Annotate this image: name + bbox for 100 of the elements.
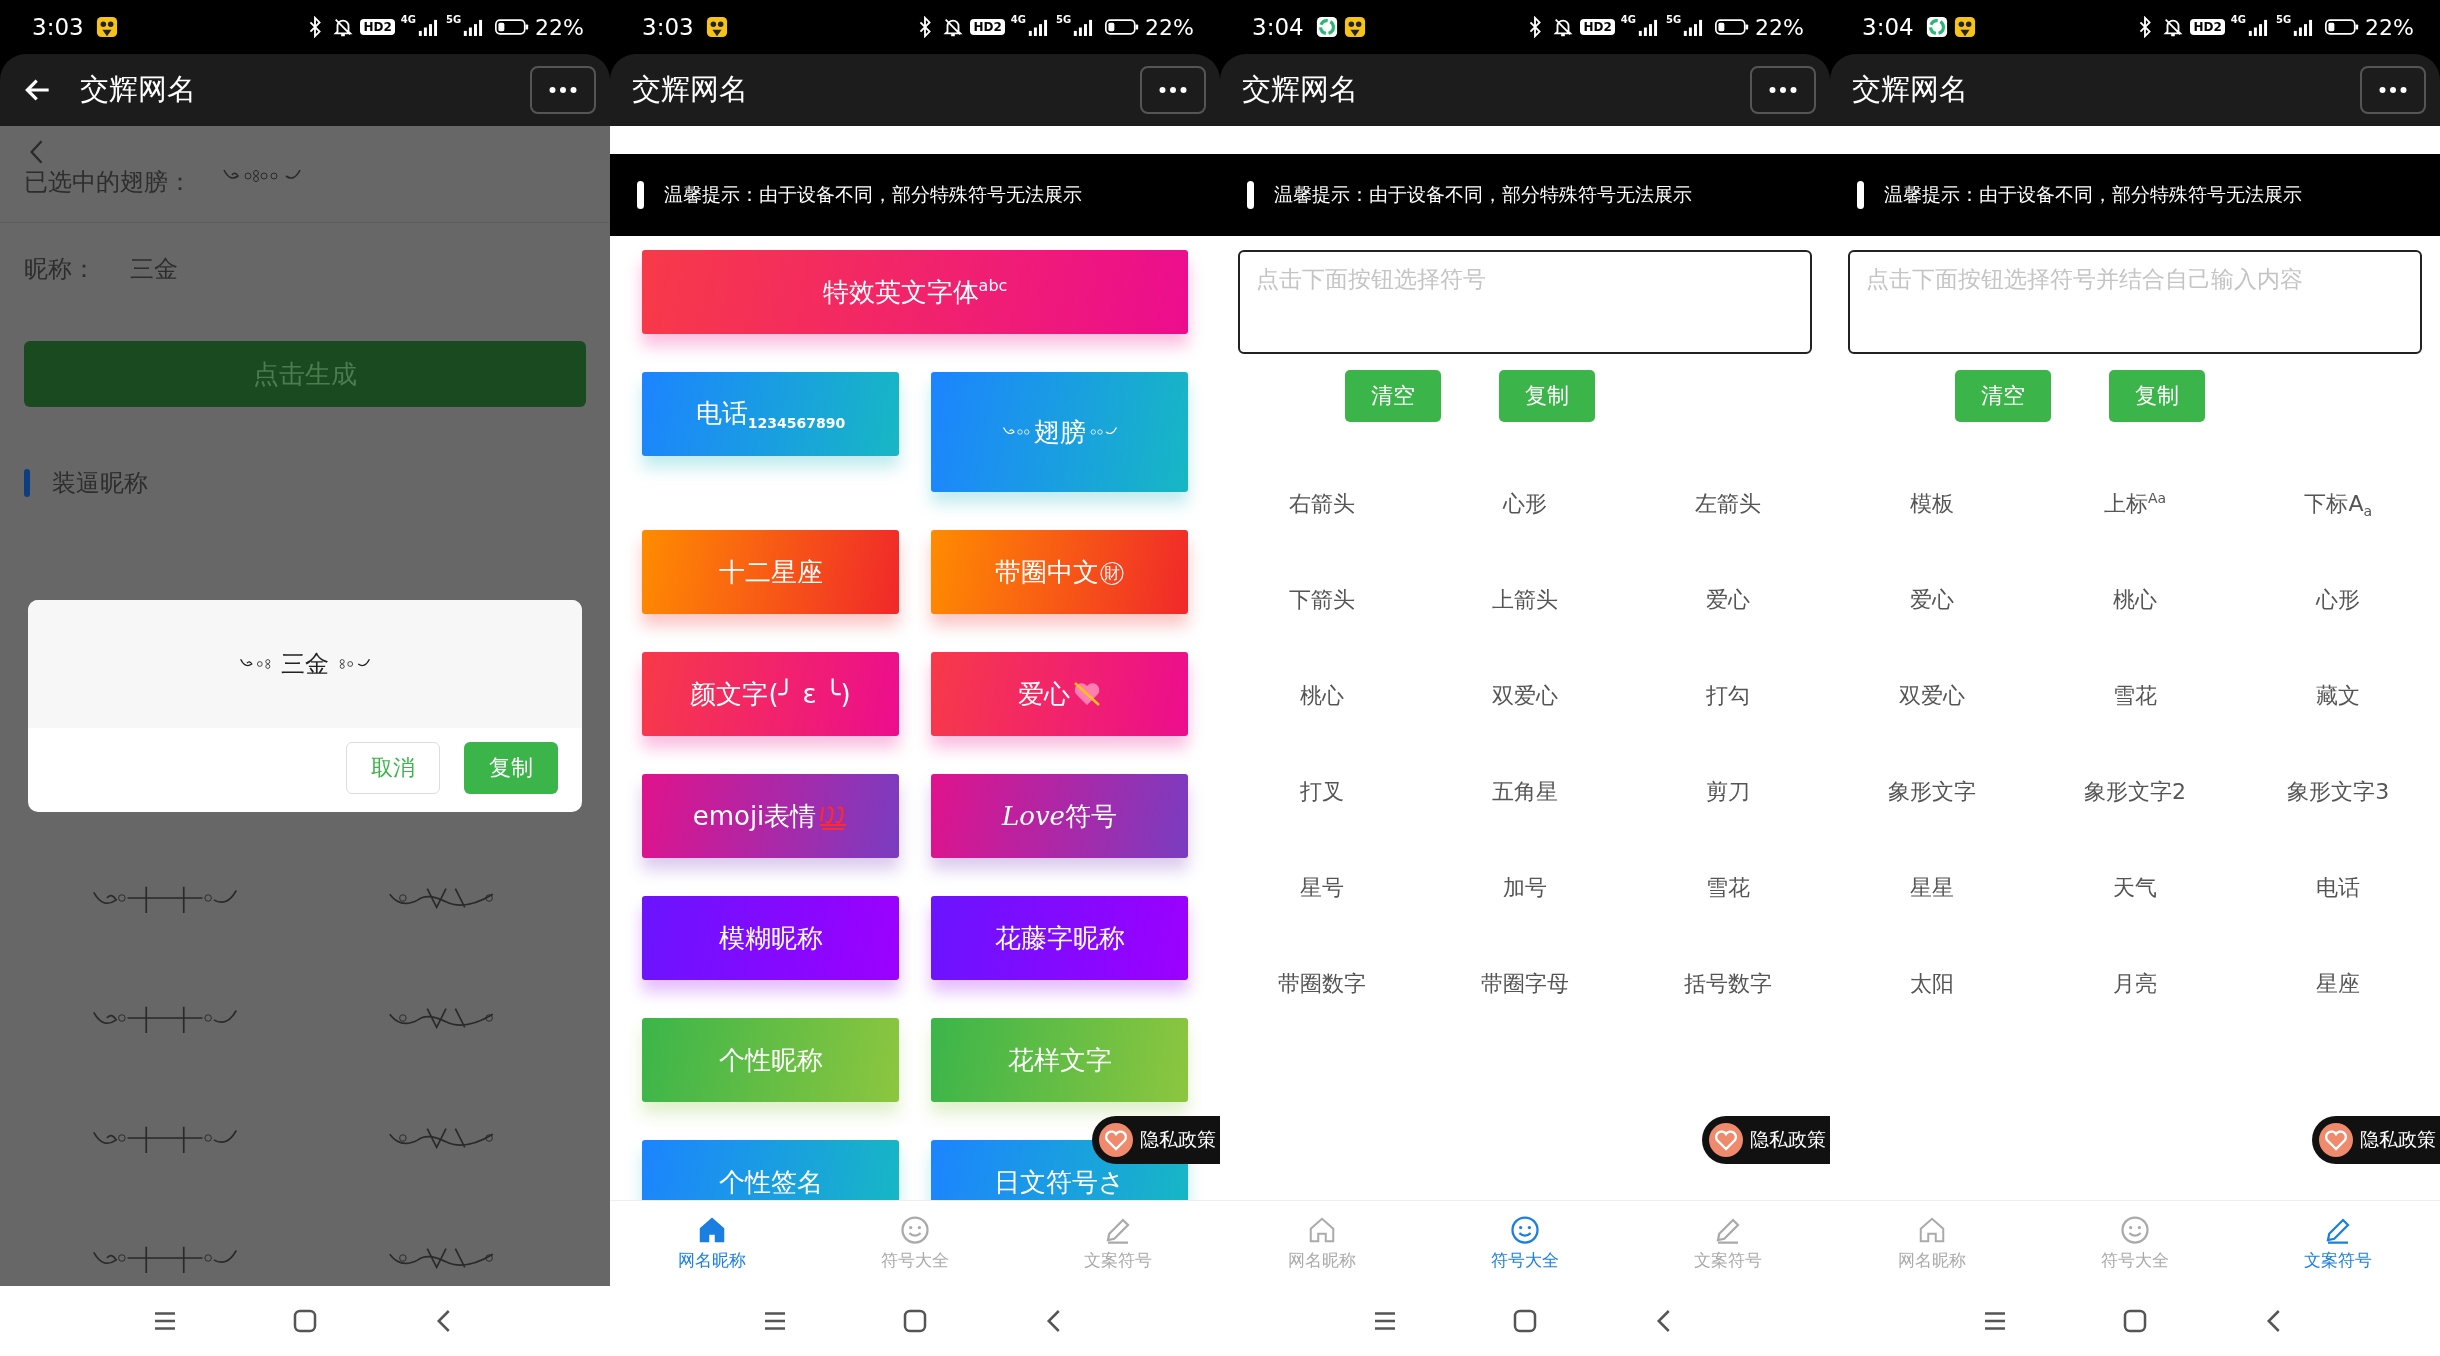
symbol-category-item[interactable]: 带圈数字 [1277,969,1366,999]
symbol-category-item[interactable]: 桃心 [1299,681,1344,711]
category-button[interactable]: 颜文字(╯ ε ╰) [642,652,899,736]
hd-voice-badge: HD2 [360,19,395,35]
symbol-category-item[interactable]: 打叉 [1299,777,1344,807]
symbol-category-item[interactable]: 五角星 [1492,777,1558,807]
network-type: 4G [1010,14,1026,25]
symbol-category-item[interactable]: 电话 [2316,873,2361,903]
battery-percent: 22% [535,14,584,40]
symbol-category-item[interactable]: 双爱心 [1898,681,1965,711]
selected-wings-label: 已选中的翅膀： [24,167,192,198]
nickname-value: 三金 [130,254,178,285]
symbol-category-item[interactable]: 藏文 [2316,681,2361,711]
more-button[interactable] [530,66,596,114]
tip-marker [637,181,644,209]
symbol-category-item[interactable]: 打勾 [1706,681,1751,711]
more-button[interactable] [2360,66,2426,114]
hd-voice-badge: HD2 [970,19,1005,35]
hd-voice-badge: HD2 [1580,19,1615,35]
muted-bell-icon [2162,16,2185,38]
status-time: 3:03 [642,14,694,40]
symbol-input-field[interactable]: 点击下面按钮选择符号并结合自己输入内容 [1848,250,2422,354]
battery-percent: 22% [1755,14,1804,40]
symbol-category-item[interactable]: 括号数字 [1684,969,1773,999]
symbol-category-item[interactable]: 心形 [1503,489,1547,519]
battery-icon [2325,18,2360,36]
symbol-category-item[interactable]: 桃心 [2113,585,2157,615]
signal-icon [1637,18,1660,36]
category-button[interactable]: 模糊昵称 [642,896,899,980]
muted-bell-icon [942,16,965,38]
section-marker [24,469,30,497]
app-notification-icon [1953,16,1976,38]
symbol-category-item[interactable]: 心形 [2316,585,2361,615]
symbol-category-item[interactable]: 星号 [1299,873,1344,903]
more-button[interactable] [1750,66,1816,114]
app-notification-icon [95,16,118,38]
symbol-input-field[interactable]: 点击下面按钮选择符号 [1238,250,1812,354]
nickname-preview: 三金 [281,649,329,680]
app-title: 交辉网名 [632,71,748,108]
symbol-category-item[interactable]: 星座 [2316,969,2361,999]
symbol-category-item[interactable]: 星星 [1909,873,1954,903]
app-title: 交辉网名 [1242,71,1358,108]
battery-icon [1715,18,1750,36]
symbol-category-item[interactable]: 下箭头 [1288,585,1355,615]
category-button[interactable]: 花藤字昵称 [931,896,1188,980]
battery-percent: 22% [2365,14,2414,40]
symbol-category-item[interactable]: 象形文字3 [2287,777,2390,807]
muted-bell-icon [1552,16,1575,38]
category-button[interactable]: 特效英文字体$^{abc}$ [642,250,1188,334]
symbol-category-item[interactable]: 雪花 [2113,681,2157,711]
smiley-icon [2120,1215,2150,1245]
symbol-category-item[interactable]: 月亮 [2113,969,2157,999]
symbol-category-item[interactable]: 上箭头 [1492,585,1558,615]
signal-icon [1027,18,1050,36]
tab-item[interactable]: 文案符号 [2236,1201,2440,1286]
smiley-icon [1510,1215,1540,1245]
tip-marker [1857,181,1864,209]
battery-icon [495,18,530,36]
more-button[interactable] [1140,66,1206,114]
symbol-category-item[interactable]: 爱心 [1706,585,1751,615]
network-type: 5G [445,14,462,25]
symbol-category-item[interactable]: 左箭头 [1695,489,1762,519]
category-button[interactable]: Love符号 [931,774,1188,858]
app-title: 交辉网名 [80,71,196,108]
more-icon [2378,86,2408,94]
tip-text: 温馨提示：由于设备不同，部分特殊符号无法展示 [664,182,1082,207]
tab-item[interactable]: 网名昵称 [610,1201,814,1286]
symbol-category-item[interactable]: 双爱心 [1492,681,1558,711]
symbol-category-item[interactable]: 爱心 [1909,585,1954,615]
symbol-category-item[interactable]: 太阳 [1909,969,1954,999]
app-notification-icon [705,16,728,38]
app-title: 交辉网名 [1852,71,1968,108]
symbol-category-item[interactable]: 天气 [2113,873,2157,903]
category-button[interactable]: 爱心 [931,652,1188,736]
symbol-category-item[interactable]: 下标A$_{a}$ [2304,488,2373,520]
sync-notification-icon [1315,16,1338,38]
privacy-policy-tooltip[interactable]: 隐私政策 [2312,1116,2440,1164]
symbol-category-item[interactable]: 上标$^{Aa}$ [2103,489,2167,519]
privacy-policy-tooltip[interactable]: 隐私政策 [1092,1116,1220,1164]
tab-item[interactable]: 符号大全 [1423,1201,1627,1286]
nickname-label: 昵称： [24,254,96,285]
signal-icon [2247,18,2270,36]
smiley-icon [900,1215,930,1245]
symbol-category-item[interactable]: 模板 [1909,489,1954,519]
signal-icon [417,18,440,36]
network-type: 5G [1055,14,1072,25]
hd-voice-badge: HD2 [2190,19,2225,35]
symbol-category-item[interactable]: 雪花 [1706,873,1751,903]
symbol-category-item[interactable]: 象形文字2 [2084,777,2186,807]
symbol-category-item[interactable]: 带圈字母 [1481,969,1569,999]
symbol-category-item[interactable]: 加号 [1503,873,1547,903]
symbol-category-item[interactable]: 象形文字 [1887,777,1976,807]
section-title: 装逼昵称 [52,468,148,499]
status-time: 3:03 [32,14,84,40]
symbol-category-item[interactable]: 剪刀 [1706,777,1751,807]
symbol-category-item[interactable]: 右箭头 [1288,489,1355,519]
more-icon [1158,86,1188,94]
tip-marker [1247,181,1254,209]
privacy-policy-tooltip[interactable]: 隐私政策 [1702,1116,1830,1164]
category-button[interactable]: emoji表情 [642,774,899,858]
